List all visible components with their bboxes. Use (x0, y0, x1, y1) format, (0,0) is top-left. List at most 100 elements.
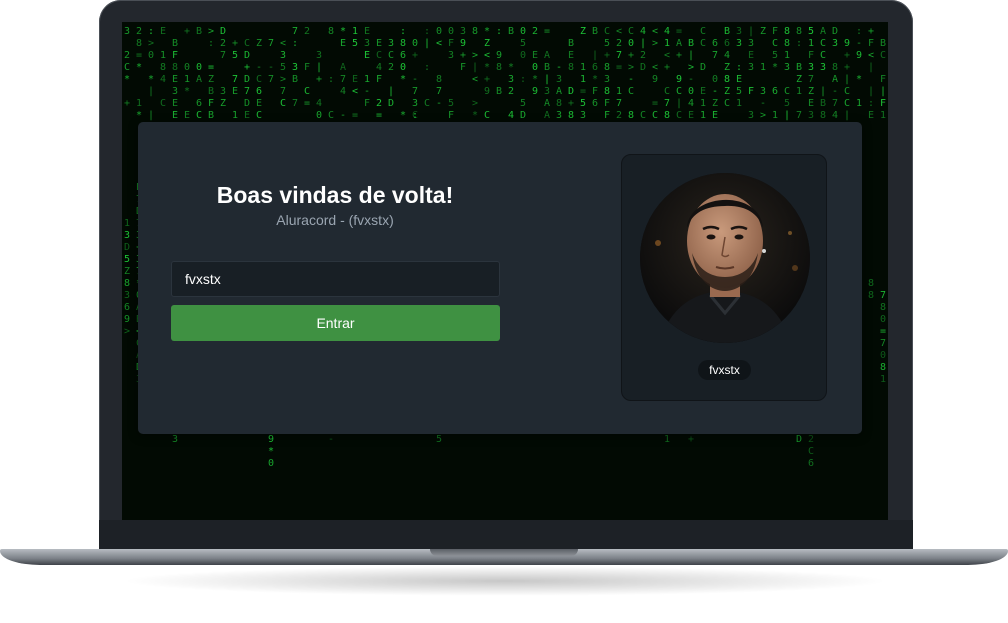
svg-text:6: 6 (724, 38, 730, 49)
svg-text:2: 2 (136, 26, 142, 37)
svg-text:-: - (712, 86, 718, 97)
svg-text:C: C (844, 98, 850, 109)
svg-text:>: > (688, 62, 694, 73)
enter-button[interactable]: Entrar (171, 305, 500, 341)
svg-text:F: F (376, 74, 382, 85)
svg-text:C: C (676, 86, 682, 97)
svg-text:=: = (676, 26, 682, 37)
svg-text:6: 6 (256, 86, 262, 97)
svg-text::: : (736, 62, 742, 73)
svg-text:+: + (664, 62, 670, 73)
svg-text:-: - (340, 110, 346, 121)
svg-text:+: + (844, 50, 850, 61)
svg-text:D: D (388, 98, 394, 109)
svg-text:5: 5 (808, 26, 814, 37)
svg-text:F: F (808, 50, 814, 61)
svg-text:-: - (412, 74, 418, 85)
svg-text:5: 5 (352, 38, 358, 49)
svg-text:A: A (544, 50, 550, 61)
svg-text:E: E (376, 38, 382, 49)
svg-text:3: 3 (760, 86, 766, 97)
svg-text:3: 3 (388, 38, 394, 49)
svg-text:E: E (172, 110, 178, 121)
svg-text:7: 7 (292, 26, 298, 37)
svg-text:1: 1 (856, 98, 862, 109)
svg-text:B: B (196, 26, 202, 37)
svg-text:7: 7 (808, 74, 814, 85)
svg-text:F: F (772, 26, 778, 37)
svg-text:<: < (484, 50, 490, 61)
svg-text:7: 7 (664, 98, 670, 109)
svg-text:3: 3 (292, 62, 298, 73)
svg-text:E: E (172, 74, 178, 85)
svg-text:3: 3 (748, 38, 754, 49)
avatar-image (640, 173, 810, 343)
svg-text:Z: Z (484, 38, 490, 49)
svg-text:*: * (400, 110, 406, 121)
svg-text:5: 5 (580, 98, 586, 109)
svg-text:8: 8 (880, 362, 886, 373)
svg-text:1: 1 (796, 86, 802, 97)
svg-text:9: 9 (124, 314, 130, 325)
svg-text:E: E (532, 50, 538, 61)
svg-text:4: 4 (724, 50, 730, 61)
username-input[interactable] (171, 261, 500, 297)
svg-text:2: 2 (616, 110, 622, 121)
svg-text:3: 3 (736, 26, 742, 37)
svg-text:7: 7 (292, 98, 298, 109)
svg-text:4: 4 (688, 98, 694, 109)
svg-text:<: < (868, 50, 874, 61)
svg-text:0: 0 (400, 62, 406, 73)
svg-text:1: 1 (580, 62, 586, 73)
svg-text:3: 3 (544, 86, 550, 97)
svg-text:>: > (760, 110, 766, 121)
svg-text:0: 0 (184, 62, 190, 73)
svg-text:C: C (244, 38, 250, 49)
svg-text:6: 6 (592, 98, 598, 109)
page-title: Boas vindas de volta! (216, 182, 454, 208)
svg-text:>: > (148, 38, 154, 49)
svg-text:E: E (256, 98, 262, 109)
svg-text:6: 6 (808, 458, 814, 469)
laptop-shadow (120, 566, 890, 596)
svg-text:>: > (208, 26, 214, 37)
svg-text:F: F (448, 38, 454, 49)
svg-text:A: A (544, 110, 550, 121)
svg-text:*: * (136, 62, 142, 73)
svg-text:8: 8 (604, 86, 610, 97)
svg-text:8: 8 (868, 278, 874, 289)
svg-text:5: 5 (736, 86, 742, 97)
svg-text:2: 2 (388, 62, 394, 73)
svg-text:F: F (880, 98, 886, 109)
svg-text:5: 5 (448, 98, 454, 109)
svg-text:C: C (880, 50, 886, 61)
svg-text:B: B (292, 74, 298, 85)
svg-text:D: D (244, 50, 250, 61)
svg-text:<: < (352, 86, 358, 97)
svg-text:+: + (184, 26, 190, 37)
svg-text:3: 3 (784, 62, 790, 73)
svg-text:C: C (628, 26, 634, 37)
svg-text:3: 3 (124, 230, 130, 241)
svg-text:D: D (244, 98, 250, 109)
svg-text:|: | (316, 62, 322, 73)
svg-text:-: - (760, 98, 766, 109)
svg-text:8: 8 (664, 110, 670, 121)
svg-text:1: 1 (760, 62, 766, 73)
svg-text:3: 3 (124, 26, 130, 37)
svg-text:C: C (820, 50, 826, 61)
svg-text:-: - (688, 74, 694, 85)
svg-text:C: C (808, 446, 814, 457)
svg-text:|: | (424, 38, 430, 49)
svg-text:*: * (856, 74, 862, 85)
svg-text:-: - (256, 62, 262, 73)
svg-text:=: = (544, 26, 550, 37)
svg-text:|: | (148, 110, 154, 121)
svg-text:+: + (484, 74, 490, 85)
svg-text:E: E (868, 110, 874, 121)
svg-text:E: E (568, 50, 574, 61)
svg-text:C: C (700, 38, 706, 49)
svg-text:7: 7 (340, 74, 346, 85)
svg-text:D: D (832, 26, 838, 37)
svg-text:F: F (880, 74, 886, 85)
